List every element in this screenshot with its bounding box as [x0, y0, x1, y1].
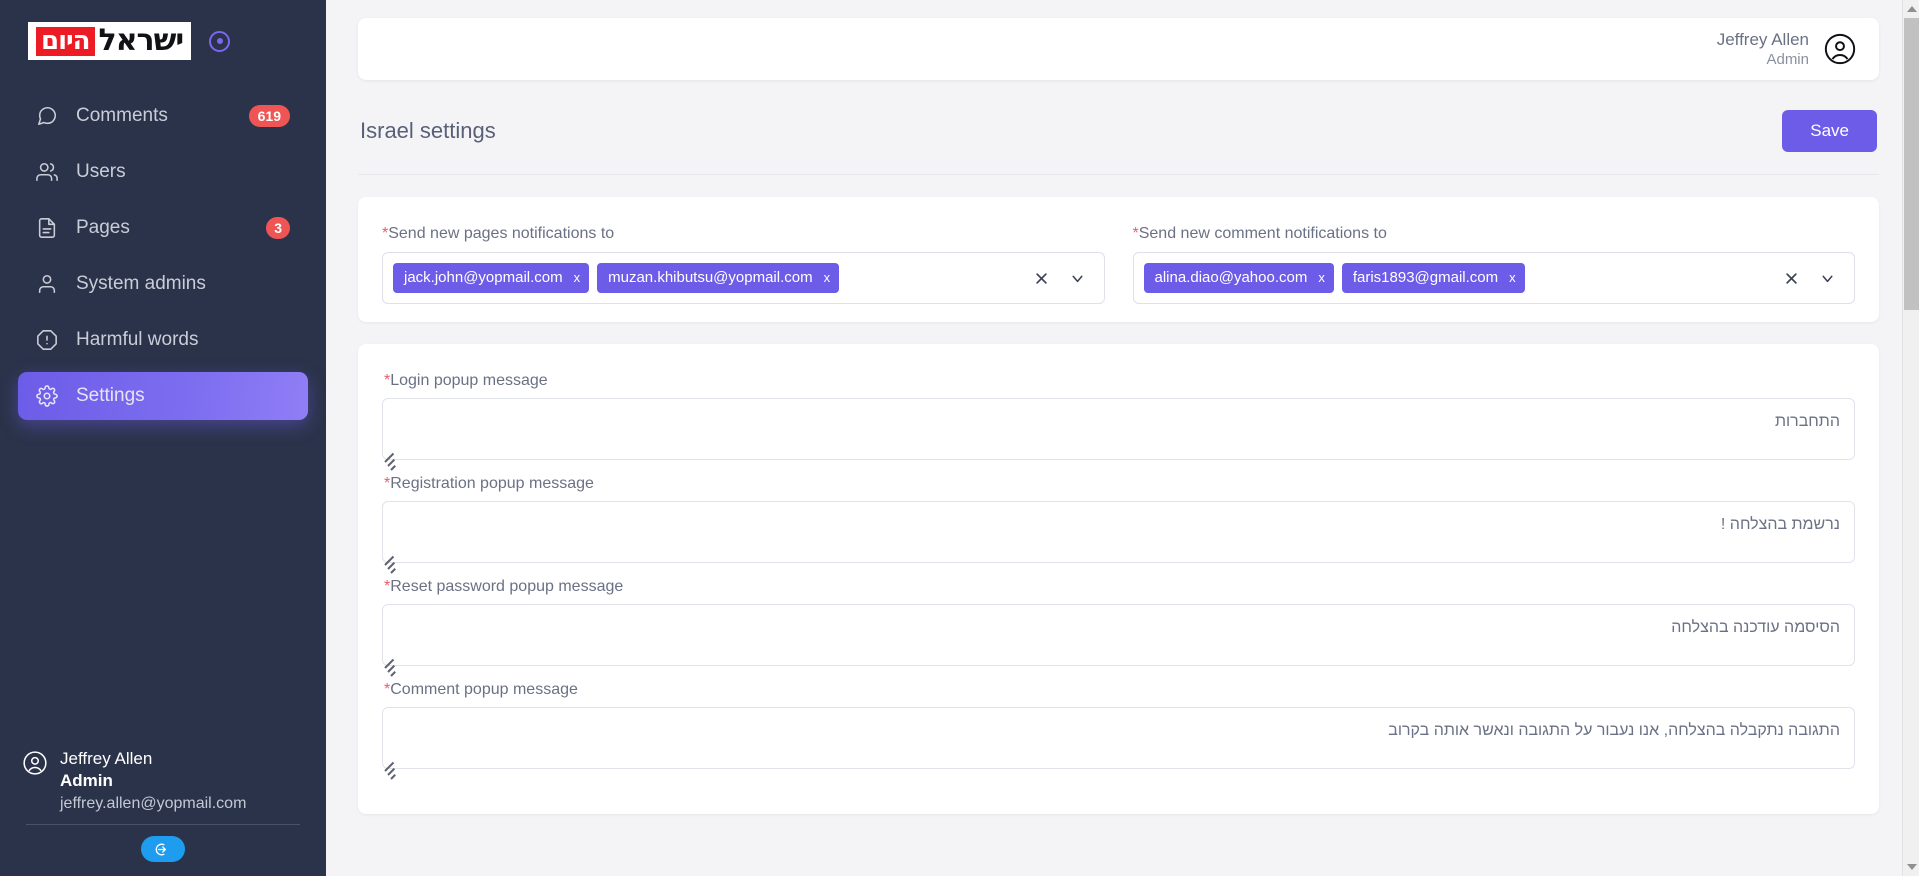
alert-octagon-icon — [36, 329, 66, 351]
logout-icon — [155, 841, 172, 858]
registration-popup-textarea[interactable] — [382, 501, 1855, 563]
email-tag[interactable]: jack.john@yopmail.com x — [393, 263, 590, 293]
comment-notifications-label: *Send new comment notifications to — [1133, 225, 1856, 243]
remove-tag-icon[interactable]: x — [1509, 270, 1516, 285]
sidebar-item-users[interactable]: Users — [18, 148, 308, 196]
pages-badge: 3 — [266, 217, 290, 239]
label-text: Comment popup message — [390, 681, 578, 698]
page-title: Israel settings — [360, 118, 496, 143]
site-logo: ישראל היום — [28, 22, 192, 60]
comment-popup-field — [382, 707, 1855, 780]
remove-tag-icon[interactable]: x — [824, 270, 831, 285]
email-tag-label: alina.diao@yahoo.com — [1154, 269, 1308, 286]
sidebar-item-comments[interactable]: Comments 619 — [18, 92, 308, 140]
login-popup-textarea[interactable] — [382, 398, 1855, 460]
reset-password-popup-textarea[interactable] — [382, 604, 1855, 666]
sidebar-nav: Comments 619 Users Pages 3 System admins… — [0, 88, 326, 424]
email-tag-label: jack.john@yopmail.com — [404, 269, 563, 286]
resize-handle-icon[interactable] — [384, 761, 399, 784]
comment-notifications-input[interactable]: alina.diao@yahoo.com x faris1893@gmail.co… — [1132, 252, 1855, 304]
pages-notifications-input[interactable]: jack.john@yopmail.com x muzan.khibutsu@yo… — [382, 252, 1105, 304]
logout-button[interactable] — [141, 836, 185, 862]
label-text: Send new comment notifications to — [1138, 225, 1387, 242]
scrollbar-thumb[interactable] — [1904, 18, 1919, 310]
logo-text-black: ישראל — [98, 23, 185, 58]
label-text: Reset password popup message — [390, 578, 624, 595]
topbar-user-role: Admin — [1766, 51, 1809, 68]
login-popup-label: *Login popup message — [384, 372, 1855, 390]
label-text: Login popup message — [390, 372, 548, 389]
email-tag[interactable]: faris1893@gmail.com x — [1341, 263, 1525, 293]
gear-icon — [36, 385, 66, 407]
clear-x-icon[interactable] — [1034, 271, 1049, 286]
user-circle-icon[interactable] — [1823, 32, 1857, 66]
sidebar-item-label: Harmful words — [76, 329, 199, 350]
sidebar-item-label: Users — [76, 161, 126, 182]
chevron-down-icon[interactable] — [1069, 270, 1086, 287]
document-icon — [36, 217, 66, 239]
users-icon — [36, 161, 66, 183]
email-tag[interactable]: muzan.khibutsu@yopmail.com x — [597, 263, 840, 293]
sidebar: ישראל היום Comments 619 Users Pages 3 Sy… — [0, 0, 326, 876]
sidebar-user-role: Admin — [60, 771, 113, 790]
reset-password-popup-field — [382, 604, 1855, 677]
sidebar-item-label: Comments — [76, 105, 168, 126]
resize-handle-icon[interactable] — [384, 452, 399, 475]
user-circle-icon — [22, 750, 48, 776]
email-tag-label: faris1893@gmail.com — [1352, 269, 1499, 286]
app-root: ישראל היום Comments 619 Users Pages 3 Sy… — [0, 0, 1919, 876]
remove-tag-icon[interactable]: x — [574, 270, 581, 285]
sidebar-item-label: Pages — [76, 217, 130, 238]
topbar-user-name: Jeffrey Allen — [1716, 30, 1809, 49]
sidebar-footer-divider — [26, 824, 300, 825]
sidebar-item-pages[interactable]: Pages 3 — [18, 204, 308, 252]
sidebar-item-settings[interactable]: Settings — [18, 372, 308, 420]
registration-popup-field — [382, 501, 1855, 574]
user-icon — [36, 273, 66, 295]
comment-popup-textarea[interactable] — [382, 707, 1855, 769]
top-bar: Jeffrey Allen Admin — [358, 18, 1879, 80]
registration-popup-label: *Registration popup message — [384, 475, 1855, 493]
reset-password-popup-label: *Reset password popup message — [384, 578, 1855, 596]
chevron-down-icon[interactable] — [1819, 270, 1836, 287]
page-header: Israel settings Save — [358, 80, 1879, 175]
sidebar-user-email: jeffrey.allen@yopmail.com — [60, 795, 247, 812]
email-tag[interactable]: alina.diao@yahoo.com x — [1143, 263, 1334, 293]
clear-x-icon[interactable] — [1784, 271, 1799, 286]
notifications-card: *Send new pages notifications to jack.jo… — [358, 197, 1879, 322]
sidebar-brand[interactable]: ישראל היום — [0, 0, 326, 60]
sidebar-item-harmful-words[interactable]: Harmful words — [18, 316, 308, 364]
scroll-up-arrow-icon[interactable] — [1903, 0, 1919, 18]
comment-notifications-field: *Send new comment notifications to alina… — [1132, 225, 1856, 304]
resize-handle-icon[interactable] — [384, 658, 399, 681]
sidebar-item-system-admins[interactable]: System admins — [18, 260, 308, 308]
comment-popup-label: *Comment popup message — [384, 681, 1855, 699]
logo-text-red: היום — [36, 26, 95, 56]
login-popup-field — [382, 398, 1855, 471]
sidebar-user-name: Jeffrey Allen — [60, 749, 153, 768]
sidebar-footer: Jeffrey Allen Admin jeffrey.allen@yopmai… — [0, 742, 326, 876]
label-text: Send new pages notifications to — [388, 225, 615, 242]
sidebar-item-label: System admins — [76, 273, 206, 294]
resize-handle-icon[interactable] — [384, 555, 399, 578]
comments-badge: 619 — [248, 105, 290, 127]
sidebar-item-label: Settings — [76, 385, 145, 406]
email-tag-label: muzan.khibutsu@yopmail.com — [608, 269, 813, 286]
page-scrollbar[interactable] — [1902, 0, 1919, 876]
pages-notifications-label: *Send new pages notifications to — [382, 225, 1105, 243]
target-dot-icon[interactable] — [209, 30, 231, 52]
scroll-down-arrow-icon[interactable] — [1903, 858, 1919, 876]
save-button[interactable]: Save — [1782, 110, 1877, 152]
comment-bubble-icon — [36, 105, 66, 127]
sidebar-user-profile[interactable]: Jeffrey Allen Admin jeffrey.allen@yopmai… — [22, 742, 304, 816]
pages-notifications-field: *Send new pages notifications to jack.jo… — [382, 225, 1105, 304]
main-content: Jeffrey Allen Admin Israel settings Save… — [326, 0, 1919, 876]
remove-tag-icon[interactable]: x — [1318, 270, 1325, 285]
popup-messages-card: *Login popup message *Registration popup… — [358, 344, 1879, 814]
label-text: Registration popup message — [390, 475, 594, 492]
